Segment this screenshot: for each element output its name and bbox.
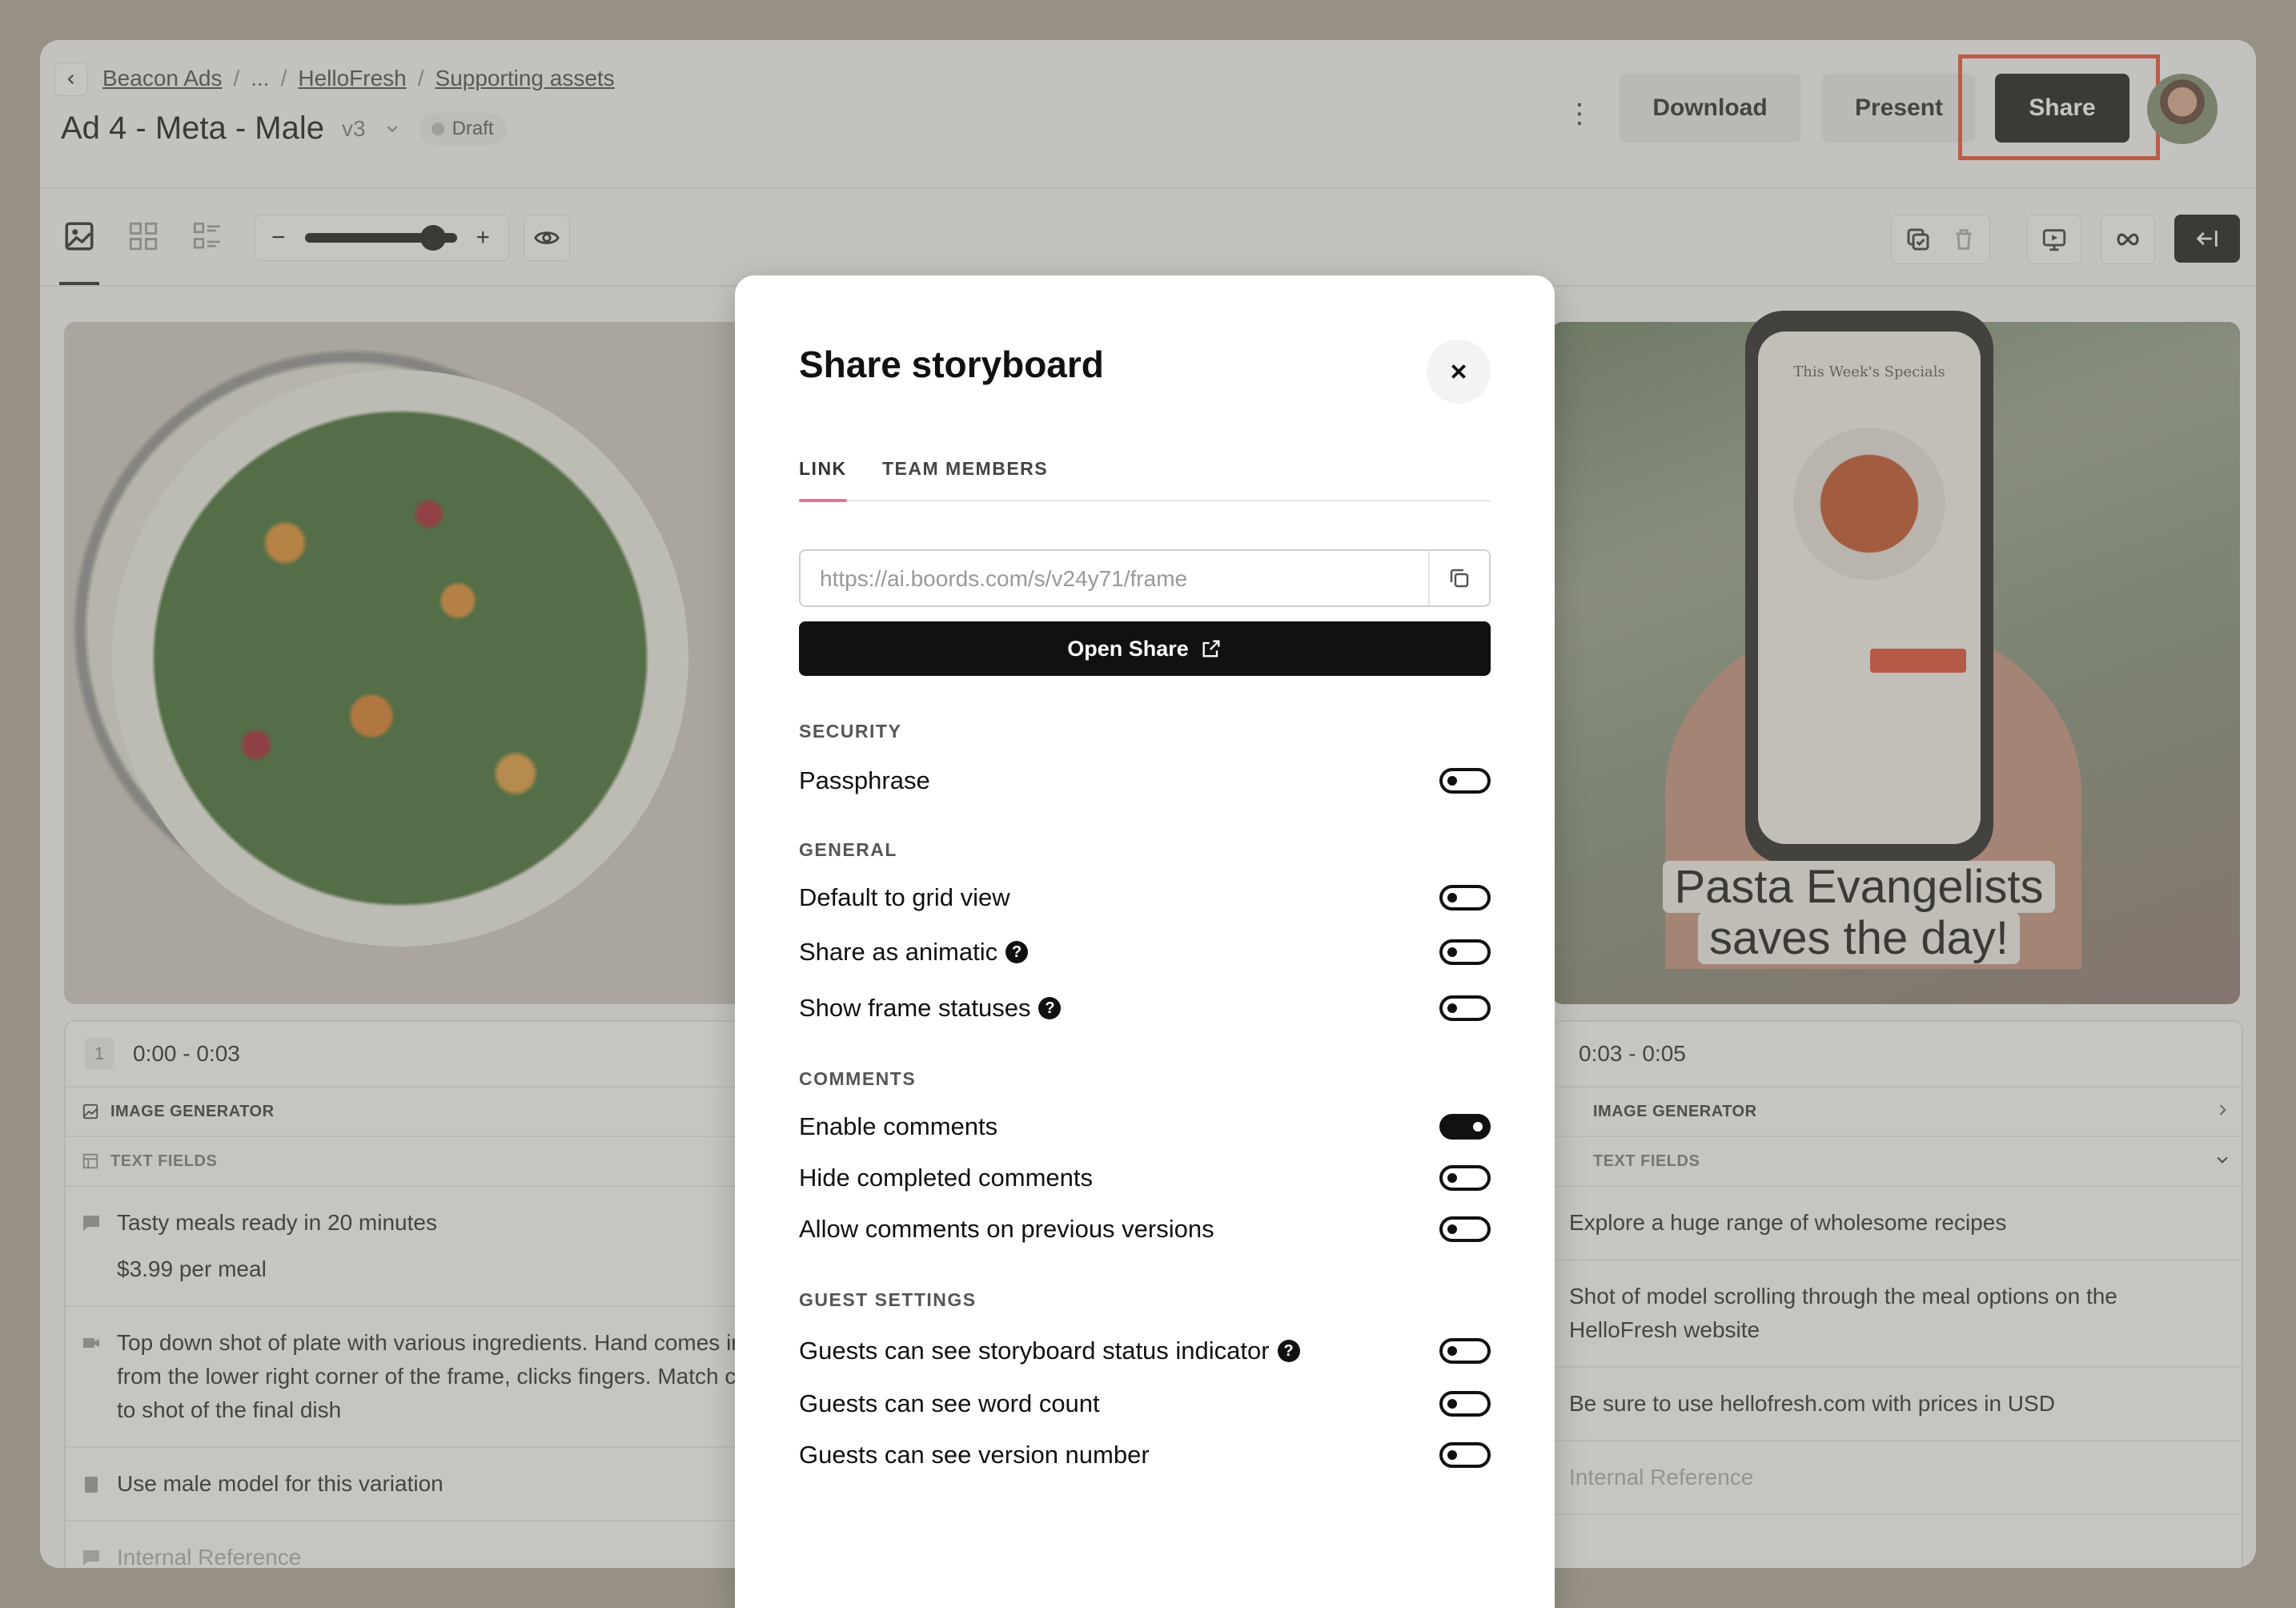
external-link-icon [1202, 640, 1220, 657]
toggle-enable-comments[interactable] [1439, 1114, 1491, 1140]
toggle-guest-word-count[interactable] [1439, 1391, 1491, 1417]
close-button[interactable] [1427, 340, 1491, 404]
toggle-hide-completed[interactable] [1439, 1165, 1491, 1191]
open-share-label: Open Share [1067, 636, 1189, 661]
option-label: Hide completed comments [799, 1164, 1093, 1192]
option-allow-previous: Allow comments on previous versions [799, 1209, 1491, 1249]
section-security: SECURITY [799, 721, 902, 742]
option-label: Share as animatic [799, 938, 998, 966]
share-url-input[interactable] [818, 551, 1430, 607]
option-guest-status: Guests can see storyboard status indicat… [799, 1331, 1491, 1371]
option-passphrase: Passphrase [799, 761, 1491, 801]
section-comments: COMMENTS [799, 1068, 917, 1089]
option-enable-comments: Enable comments [799, 1107, 1491, 1147]
section-guest-settings: GUEST SETTINGS [799, 1289, 977, 1310]
toggle-grid-view[interactable] [1439, 885, 1491, 911]
section-general: GENERAL [799, 839, 897, 860]
toggle-allow-previous[interactable] [1439, 1216, 1491, 1242]
option-label: Default to grid view [799, 883, 1010, 911]
help-icon[interactable]: ? [1277, 1340, 1300, 1362]
toggle-animatic[interactable] [1439, 939, 1491, 965]
tab-link[interactable]: LINK [799, 458, 847, 502]
share-modal: Share storyboard LINK TEAM MEMBERS Open … [735, 275, 1555, 1608]
option-label: Guests can see word count [799, 1389, 1100, 1417]
help-icon[interactable]: ? [1038, 997, 1062, 1019]
option-guest-version: Guests can see version number [799, 1435, 1491, 1475]
option-grid-view: Default to grid view [799, 878, 1491, 918]
option-label: Guests can see version number [799, 1441, 1150, 1469]
close-icon [1451, 364, 1466, 379]
toggle-guest-status[interactable] [1439, 1338, 1491, 1364]
share-url-field [799, 549, 1491, 607]
option-guest-word-count: Guests can see word count [799, 1384, 1491, 1424]
open-share-button[interactable]: Open Share [799, 621, 1491, 676]
modal-title: Share storyboard [799, 344, 1104, 385]
option-label: Allow comments on previous versions [799, 1215, 1214, 1243]
option-label: Guests can see storyboard status indicat… [799, 1337, 1270, 1365]
option-label: Passphrase [799, 766, 930, 794]
option-animatic: Share as animatic ? [799, 932, 1491, 972]
option-frame-statuses: Show frame statuses ? [799, 988, 1491, 1028]
help-icon[interactable]: ? [1006, 941, 1029, 963]
modal-tabs: LINK TEAM MEMBERS [799, 458, 1491, 502]
toggle-passphrase[interactable] [1439, 768, 1491, 794]
option-hide-completed: Hide completed comments [799, 1158, 1491, 1198]
toggle-guest-version[interactable] [1439, 1442, 1491, 1468]
copy-icon [1450, 569, 1469, 588]
copy-url-button[interactable] [1428, 551, 1489, 605]
option-label: Enable comments [799, 1112, 998, 1140]
tab-team-members[interactable]: TEAM MEMBERS [882, 458, 1048, 500]
toggle-frame-statuses[interactable] [1439, 995, 1491, 1021]
option-label: Show frame statuses [799, 994, 1031, 1022]
